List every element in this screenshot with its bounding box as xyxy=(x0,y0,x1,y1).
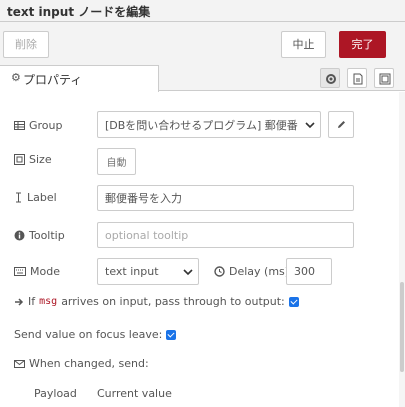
pass-through-checkbox[interactable] xyxy=(288,296,299,307)
delay-input[interactable]: 300 xyxy=(286,258,332,285)
label-row-label: Label xyxy=(14,191,57,204)
mode-label: Mode xyxy=(30,265,60,278)
info-icon xyxy=(14,230,25,241)
tab-properties-label: プロパティ xyxy=(23,73,83,87)
gear-icon xyxy=(326,74,336,84)
when-changed-row: When changed, send: xyxy=(14,357,149,370)
text-cursor-icon xyxy=(16,192,21,203)
size-button[interactable]: 自動 xyxy=(97,148,136,175)
msg-code: msg xyxy=(39,296,58,307)
layout-icon xyxy=(379,73,391,85)
chevron-down-icon xyxy=(183,269,193,276)
document-icon xyxy=(353,73,363,85)
cancel-button[interactable]: 中止 xyxy=(281,31,326,58)
label-input-value: 郵便番号を入力 xyxy=(105,192,182,205)
group-row-label: Group xyxy=(14,119,63,132)
focus-leave-row: Send value on focus leave: xyxy=(14,328,177,341)
group-select-value: [DBを問い合わせるプログラム] 郵便番 xyxy=(105,118,298,132)
pass-through-prefix: If xyxy=(28,295,36,308)
pencil-icon xyxy=(337,121,345,128)
tray-header: text input ノードを編集 xyxy=(0,0,405,22)
appearance-tab-button[interactable] xyxy=(374,68,394,88)
tray-toolbar: 削除 中止 完了 xyxy=(0,22,405,64)
group-select[interactable]: [DBを問い合わせるプログラム] 郵便番 xyxy=(97,111,321,138)
properties-tab-button[interactable] xyxy=(320,68,340,88)
tooltip-input[interactable]: optional tooltip xyxy=(97,222,354,248)
delay-row-label: Delay (ms) xyxy=(214,265,289,278)
when-changed-label: When changed, send: xyxy=(29,357,149,370)
mode-select[interactable]: text input xyxy=(97,258,199,285)
tooltip-placeholder: optional tooltip xyxy=(105,228,189,242)
payload-value[interactable]: Current value xyxy=(97,387,172,400)
done-button[interactable]: 完了 xyxy=(339,31,386,58)
gear-icon: ⚙ xyxy=(11,71,21,84)
chevron-down-icon xyxy=(305,122,315,129)
scrollbar-thumb[interactable] xyxy=(400,282,404,372)
mode-select-value: text input xyxy=(105,265,159,278)
delete-button[interactable]: 削除 xyxy=(3,31,49,58)
description-tab-button[interactable] xyxy=(347,68,367,88)
tooltip-row-label: Tooltip xyxy=(14,229,65,242)
pass-through-row: If msg arrives on input, pass through to… xyxy=(14,295,299,308)
tray-title: text input ノードを編集 xyxy=(7,5,151,19)
size-row-label: Size xyxy=(14,153,52,166)
form-content: Group [DBを問い合わせるプログラム] 郵便番 Size 自動 Label… xyxy=(0,92,399,407)
keyboard-icon xyxy=(14,267,26,276)
scrollbar[interactable] xyxy=(399,92,405,407)
mode-row-label: Mode xyxy=(14,265,60,278)
focus-leave-checkbox[interactable] xyxy=(166,329,177,340)
delay-label: Delay (ms) xyxy=(229,265,290,278)
tab-bar: ⚙ プロパティ xyxy=(0,64,405,92)
label-label: Label xyxy=(27,191,57,204)
size-label: Size xyxy=(29,153,52,166)
payload-label: Payload xyxy=(34,387,77,400)
clock-icon xyxy=(214,266,225,277)
label-input[interactable]: 郵便番号を入力 xyxy=(97,185,354,211)
tooltip-label: Tooltip xyxy=(29,229,65,242)
group-label: Group xyxy=(29,119,63,132)
pass-through-text: arrives on input, pass through to output… xyxy=(61,295,285,308)
tab-properties[interactable]: ⚙ プロパティ xyxy=(0,65,159,92)
envelope-icon xyxy=(14,359,25,368)
size-icon xyxy=(14,154,25,165)
table-icon xyxy=(14,121,25,130)
focus-leave-label: Send value on focus leave: xyxy=(14,328,163,341)
delay-input-value: 300 xyxy=(294,265,315,278)
edit-group-button[interactable] xyxy=(328,111,354,138)
arrow-right-icon xyxy=(15,297,24,306)
